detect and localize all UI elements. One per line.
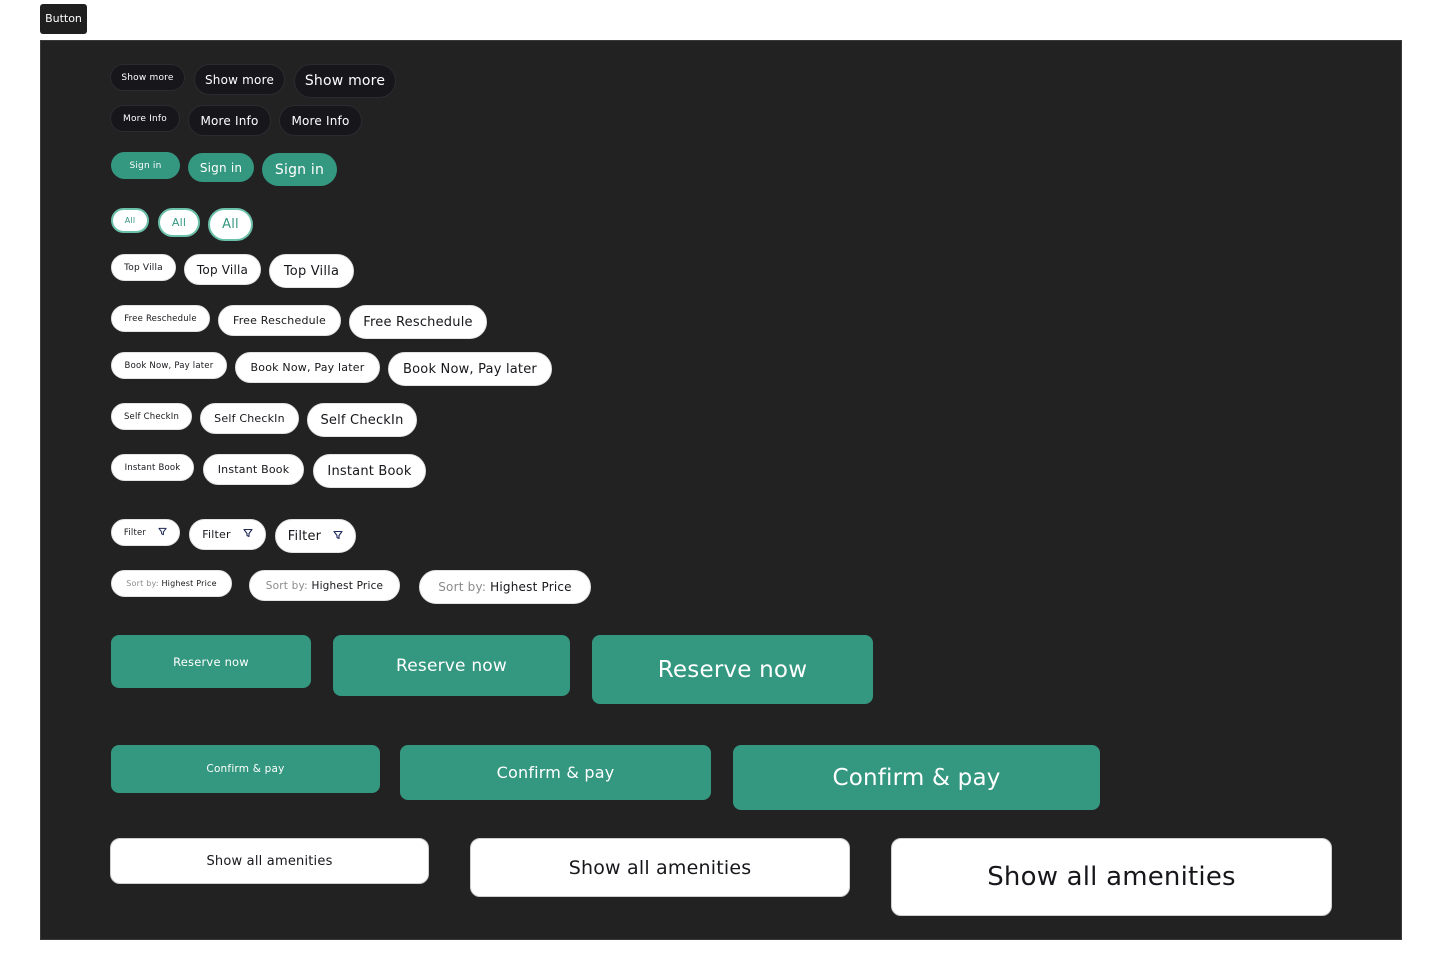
filter-funnel-icon bbox=[158, 527, 167, 539]
sort-by-value: Highest Price bbox=[490, 580, 572, 594]
sort-by-button-medium[interactable]: Sort by: Highest Price bbox=[249, 570, 400, 601]
filter-funnel-icon bbox=[333, 529, 343, 544]
sign-in-button-small[interactable]: Sign in bbox=[111, 152, 180, 179]
instant-book-chip-medium[interactable]: Instant Book bbox=[203, 454, 304, 485]
all-chip-large[interactable]: All bbox=[208, 208, 253, 241]
sign-in-button-large[interactable]: Sign in bbox=[262, 153, 337, 186]
filter-label: Filter bbox=[202, 528, 231, 541]
instant-book-chip-small[interactable]: Instant Book bbox=[111, 454, 194, 481]
show-all-amenities-button-small[interactable]: Show all amenities bbox=[110, 838, 429, 884]
filter-label: Filter bbox=[287, 528, 322, 544]
filter-funnel-icon bbox=[243, 528, 253, 541]
instant-book-chip-large[interactable]: Instant Book bbox=[313, 454, 426, 488]
book-now-pay-later-chip-small[interactable]: Book Now, Pay later bbox=[111, 352, 227, 379]
free-reschedule-chip-small[interactable]: Free Reschedule bbox=[111, 305, 210, 332]
confirm-pay-button-medium[interactable]: Confirm & pay bbox=[400, 745, 711, 800]
self-checkin-chip-medium[interactable]: Self CheckIn bbox=[200, 403, 299, 434]
show-more-button-large[interactable]: Show more bbox=[294, 64, 396, 98]
top-villa-chip-large[interactable]: Top Villa bbox=[269, 254, 354, 288]
top-villa-chip-medium[interactable]: Top Villa bbox=[184, 254, 261, 285]
show-all-amenities-button-large[interactable]: Show all amenities bbox=[891, 838, 1332, 916]
filter-button-large[interactable]: Filter bbox=[275, 519, 356, 553]
sign-in-button-medium[interactable]: Sign in bbox=[188, 153, 254, 182]
filter-button-medium[interactable]: Filter bbox=[189, 519, 266, 550]
more-info-button-medium[interactable]: More Info bbox=[188, 105, 271, 136]
confirm-pay-button-small[interactable]: Confirm & pay bbox=[111, 745, 380, 793]
top-villa-chip-small[interactable]: Top Villa bbox=[111, 254, 176, 281]
reserve-now-button-small[interactable]: Reserve now bbox=[111, 635, 311, 688]
show-all-amenities-button-medium[interactable]: Show all amenities bbox=[470, 838, 850, 897]
sort-by-value: Highest Price bbox=[161, 579, 217, 588]
reserve-now-button-large[interactable]: Reserve now bbox=[592, 635, 873, 704]
sort-by-prefix: Sort by: bbox=[126, 579, 159, 588]
sort-by-prefix: Sort by: bbox=[438, 580, 487, 594]
self-checkin-chip-large[interactable]: Self CheckIn bbox=[307, 403, 417, 437]
self-checkin-chip-small[interactable]: Self CheckIn bbox=[111, 403, 192, 430]
reserve-now-button-medium[interactable]: Reserve now bbox=[333, 635, 570, 696]
book-now-pay-later-chip-large[interactable]: Book Now, Pay later bbox=[388, 352, 552, 386]
all-chip-medium[interactable]: All bbox=[158, 208, 200, 237]
frame-label: Button bbox=[40, 4, 87, 34]
sort-by-button-large[interactable]: Sort by: Highest Price bbox=[419, 570, 591, 604]
confirm-pay-button-large[interactable]: Confirm & pay bbox=[733, 745, 1100, 810]
more-info-button-large[interactable]: More Info bbox=[279, 105, 362, 136]
filter-label: Filter bbox=[123, 527, 147, 538]
free-reschedule-chip-medium[interactable]: Free Reschedule bbox=[218, 305, 341, 336]
free-reschedule-chip-large[interactable]: Free Reschedule bbox=[349, 305, 487, 339]
more-info-button-small[interactable]: More Info bbox=[110, 105, 180, 132]
filter-button-small[interactable]: Filter bbox=[111, 519, 180, 546]
sort-by-prefix: Sort by: bbox=[265, 579, 308, 592]
sort-by-value: Highest Price bbox=[311, 579, 384, 592]
book-now-pay-later-chip-medium[interactable]: Book Now, Pay later bbox=[235, 352, 380, 383]
all-chip-small[interactable]: All bbox=[111, 208, 149, 233]
show-more-button-small[interactable]: Show more bbox=[110, 64, 185, 91]
show-more-button-medium[interactable]: Show more bbox=[194, 64, 285, 95]
sort-by-button-small[interactable]: Sort by: Highest Price bbox=[111, 570, 232, 597]
